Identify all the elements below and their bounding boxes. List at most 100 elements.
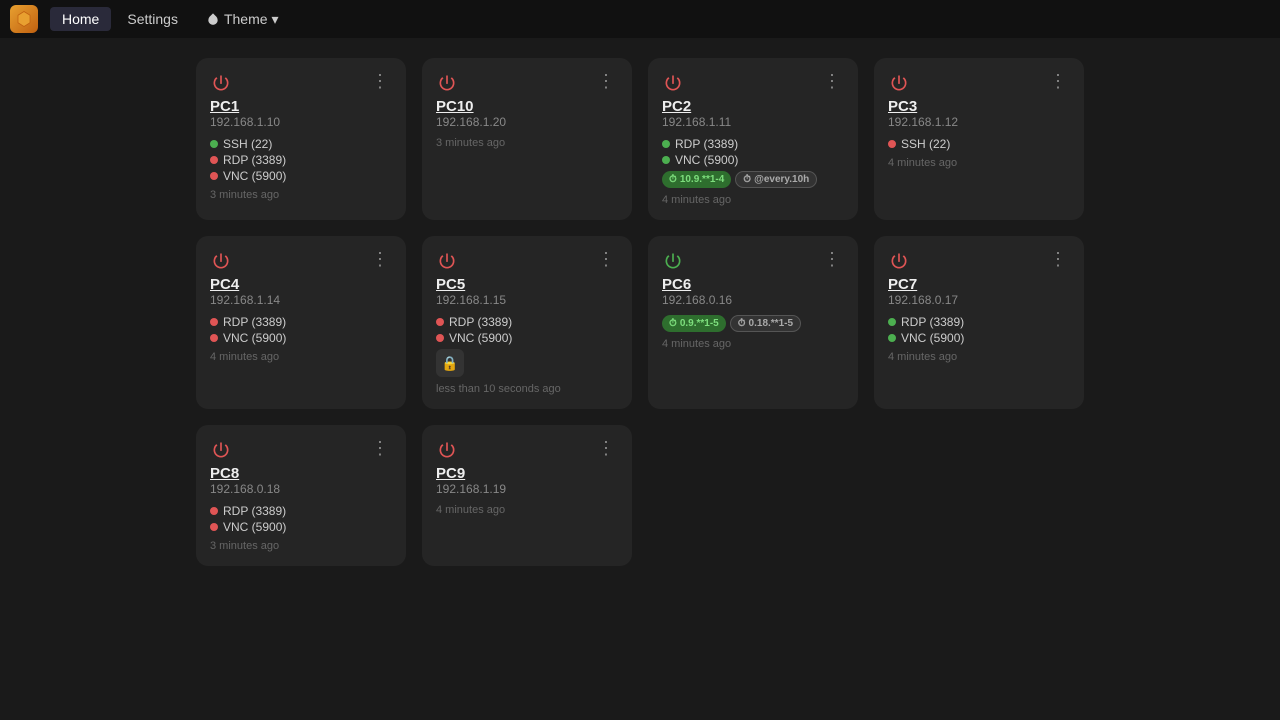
more-menu-button[interactable]: ⋮: [369, 250, 392, 268]
service-label: SSH (22): [901, 137, 950, 151]
power-icon[interactable]: [888, 250, 910, 272]
card-time: 4 minutes ago: [888, 351, 1070, 363]
card-name[interactable]: PC3: [888, 98, 1070, 115]
power-icon[interactable]: [662, 72, 684, 94]
card-pc2: ⋮ PC2 192.168.1.11 RDP (3389) VNC (5900)…: [648, 58, 858, 220]
card-name[interactable]: PC10: [436, 98, 618, 115]
tag-icon: ⏱: [669, 318, 677, 329]
card-name[interactable]: PC4: [210, 276, 392, 293]
card-name[interactable]: PC5: [436, 276, 618, 293]
tag-icon: ⏱: [743, 174, 751, 185]
more-menu-button[interactable]: ⋮: [1047, 250, 1070, 268]
card-header: ⋮: [662, 250, 844, 272]
tag: ⏱ 0.9.**1-5: [662, 315, 726, 332]
card-name[interactable]: PC7: [888, 276, 1070, 293]
navbar: Home Settings Theme ▾: [0, 0, 1280, 38]
card-time: 3 minutes ago: [436, 137, 618, 149]
card-time: 3 minutes ago: [210, 189, 392, 201]
service-status-dot: [888, 318, 896, 326]
card-ip: 192.168.1.12: [888, 115, 1070, 129]
card-ip: 192.168.0.18: [210, 482, 392, 496]
service-status-dot: [888, 334, 896, 342]
card-header: ⋮: [662, 72, 844, 94]
power-icon[interactable]: [210, 72, 232, 94]
service-status-dot: [210, 140, 218, 148]
service-label: VNC (5900): [901, 331, 964, 345]
power-icon[interactable]: [210, 439, 232, 461]
power-icon[interactable]: [436, 72, 458, 94]
card-pc1: ⋮ PC1 192.168.1.10 SSH (22) RDP (3389) V…: [196, 58, 406, 220]
power-icon[interactable]: [210, 250, 232, 272]
cards-grid: ⋮ PC1 192.168.1.10 SSH (22) RDP (3389) V…: [0, 38, 1280, 586]
more-menu-button[interactable]: ⋮: [595, 72, 618, 90]
tag: ⏱ 10.9.**1-4: [662, 171, 731, 188]
service-rdp: RDP (3389): [210, 504, 392, 518]
theme-icon: [206, 12, 220, 26]
card-pc10: ⋮ PC10 192.168.1.20 3 minutes ago: [422, 58, 632, 220]
card-header: ⋮: [888, 250, 1070, 272]
nav-settings[interactable]: Settings: [115, 7, 190, 31]
card-header: ⋮: [210, 250, 392, 272]
service-status-dot: [210, 318, 218, 326]
card-time: 4 minutes ago: [436, 504, 618, 516]
card-name[interactable]: PC2: [662, 98, 844, 115]
lock-badge: 🔒: [436, 349, 464, 377]
theme-caret: ▾: [272, 11, 279, 28]
service-label: RDP (3389): [223, 153, 286, 167]
card-ip: 192.168.1.10: [210, 115, 392, 129]
card-name[interactable]: PC8: [210, 465, 392, 482]
power-icon[interactable]: [436, 250, 458, 272]
tag: ⏱ 0.18.**1-5: [730, 315, 801, 332]
card-pc5: ⋮ PC5 192.168.1.15 RDP (3389) VNC (5900)…: [422, 236, 632, 409]
more-menu-button[interactable]: ⋮: [595, 439, 618, 457]
more-menu-button[interactable]: ⋮: [369, 439, 392, 457]
card-ip: 192.168.1.19: [436, 482, 618, 496]
card-header: ⋮: [436, 72, 618, 94]
card-name[interactable]: PC1: [210, 98, 392, 115]
tag-row: ⏱ 10.9.**1-4 ⏱ @every.10h: [662, 171, 844, 188]
card-name[interactable]: PC6: [662, 276, 844, 293]
service-label: RDP (3389): [223, 315, 286, 329]
card-time: 4 minutes ago: [888, 157, 1070, 169]
service-ssh: SSH (22): [888, 137, 1070, 151]
service-status-dot: [662, 156, 670, 164]
service-rdp: RDP (3389): [210, 153, 392, 167]
more-menu-button[interactable]: ⋮: [1047, 72, 1070, 90]
card-time: 4 minutes ago: [662, 338, 844, 350]
service-vnc: VNC (5900): [436, 331, 618, 345]
service-rdp: RDP (3389): [436, 315, 618, 329]
service-status-dot: [436, 318, 444, 326]
service-status-dot: [888, 140, 896, 148]
nav-home[interactable]: Home: [50, 7, 111, 31]
card-ip: 192.168.1.20: [436, 115, 618, 129]
service-vnc: VNC (5900): [888, 331, 1070, 345]
more-menu-button[interactable]: ⋮: [369, 72, 392, 90]
more-menu-button[interactable]: ⋮: [821, 72, 844, 90]
card-name[interactable]: PC9: [436, 465, 618, 482]
service-rdp: RDP (3389): [888, 315, 1070, 329]
service-rdp: RDP (3389): [662, 137, 844, 151]
card-pc4: ⋮ PC4 192.168.1.14 RDP (3389) VNC (5900)…: [196, 236, 406, 409]
card-header: ⋮: [210, 439, 392, 461]
card-header: ⋮: [888, 72, 1070, 94]
tag-row: ⏱ 0.9.**1-5 ⏱ 0.18.**1-5: [662, 315, 844, 332]
service-label: VNC (5900): [223, 169, 286, 183]
card-ip: 192.168.1.14: [210, 293, 392, 307]
service-vnc: VNC (5900): [210, 520, 392, 534]
card-header: ⋮: [210, 72, 392, 94]
power-icon[interactable]: [662, 250, 684, 272]
service-label: VNC (5900): [675, 153, 738, 167]
card-ip: 192.168.1.15: [436, 293, 618, 307]
tag-icon: ⏱: [738, 318, 746, 329]
power-icon[interactable]: [888, 72, 910, 94]
more-menu-button[interactable]: ⋮: [821, 250, 844, 268]
service-ssh: SSH (22): [210, 137, 392, 151]
service-label: SSH (22): [223, 137, 272, 151]
service-vnc: VNC (5900): [210, 331, 392, 345]
nav-theme[interactable]: Theme ▾: [194, 7, 291, 32]
power-icon[interactable]: [436, 439, 458, 461]
service-label: RDP (3389): [223, 504, 286, 518]
service-label: VNC (5900): [449, 331, 512, 345]
more-menu-button[interactable]: ⋮: [595, 250, 618, 268]
card-ip: 192.168.0.17: [888, 293, 1070, 307]
